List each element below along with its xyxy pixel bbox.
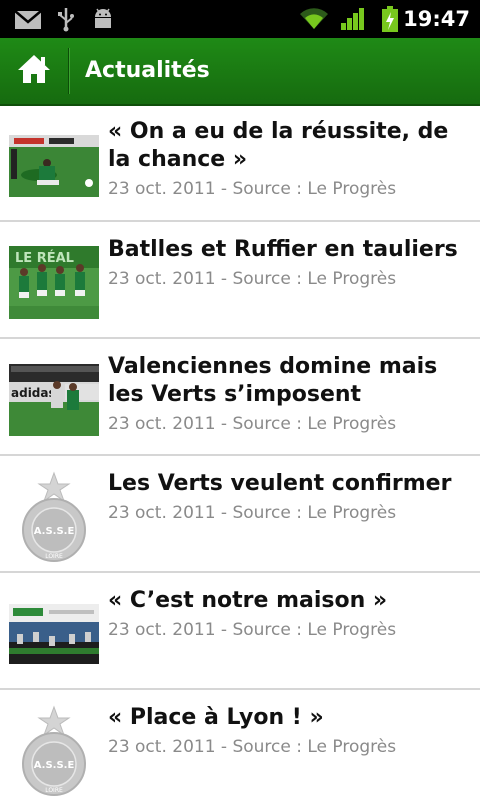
- news-title: Les Verts veulent confirmer: [108, 471, 452, 496]
- wifi-icon: [298, 5, 330, 35]
- page-title: Actualités: [85, 58, 210, 83]
- gmail-icon: [14, 10, 42, 34]
- news-thumbnail: [9, 604, 99, 664]
- news-meta: 23 oct. 2011 - Source : Le Progrès: [108, 269, 397, 289]
- action-bar: Actualités: [0, 38, 480, 106]
- home-button[interactable]: [0, 38, 68, 104]
- news-item[interactable]: LE RÉAL Batlles et Ruffier en tauliers 2…: [0, 222, 480, 339]
- clock: 19:47: [403, 7, 470, 31]
- news-item[interactable]: A.S.S.E LOIRE Les Verts veulent confirme…: [0, 456, 480, 573]
- news-list: « On a eu de la réussite, de la chance »…: [0, 106, 480, 800]
- battery-charging-icon: [380, 5, 400, 37]
- svg-text:LE RÉAL: LE RÉAL: [15, 250, 74, 266]
- usb-icon: [56, 6, 76, 36]
- svg-text:LOIRE: LOIRE: [45, 787, 63, 794]
- news-title: Valenciennes domine mais les Verts s’imp…: [108, 354, 438, 407]
- news-text: Les Verts veulent confirmer 23 oct. 2011…: [108, 470, 472, 524]
- news-title: Batlles et Ruffier en tauliers: [108, 237, 458, 262]
- news-title: « On a eu de la réussite, de la chance »: [108, 119, 449, 172]
- news-text: Valenciennes domine mais les Verts s’imp…: [108, 353, 472, 435]
- news-item[interactable]: adidas Valenciennes domine mais les Vert…: [0, 339, 480, 456]
- asse-logo: A.S.S.E LOIRE: [9, 704, 99, 796]
- news-item[interactable]: « On a eu de la réussite, de la chance »…: [0, 106, 480, 222]
- news-meta: 23 oct. 2011 - Source : Le Progrès: [108, 179, 397, 199]
- svg-text:adidas: adidas: [11, 386, 56, 400]
- news-title: « Place à Lyon ! »: [108, 705, 324, 730]
- signal-icon: [340, 7, 366, 35]
- news-meta: 23 oct. 2011 - Source : Le Progrès: [108, 620, 397, 640]
- news-text: Batlles et Ruffier en tauliers 23 oct. 2…: [108, 236, 472, 290]
- news-text: « On a eu de la réussite, de la chance »…: [108, 118, 472, 200]
- home-icon: [16, 53, 52, 89]
- news-thumbnail: [9, 135, 99, 197]
- news-item[interactable]: A.S.S.E LOIRE « Place à Lyon ! » 23 oct.…: [0, 690, 480, 800]
- news-title: « C’est notre maison »: [108, 588, 388, 613]
- android-debug-icon: [92, 7, 114, 35]
- news-thumbnail: adidas: [9, 364, 99, 436]
- news-item[interactable]: « C’est notre maison » 23 oct. 2011 - So…: [0, 573, 480, 690]
- news-text: « Place à Lyon ! » 23 oct. 2011 - Source…: [108, 704, 472, 758]
- news-thumbnail: LE RÉAL: [9, 246, 99, 319]
- status-bar: 19:47: [0, 0, 480, 38]
- news-meta: 23 oct. 2011 - Source : Le Progrès: [108, 737, 397, 757]
- news-meta: 23 oct. 2011 - Source : Le Progrès: [108, 503, 397, 523]
- asse-logo: A.S.S.E LOIRE: [9, 470, 99, 562]
- news-meta: 23 oct. 2011 - Source : Le Progrès: [108, 414, 397, 434]
- svg-text:LOIRE: LOIRE: [45, 553, 63, 560]
- svg-text:A.S.S.E: A.S.S.E: [34, 760, 75, 771]
- action-bar-divider: [68, 48, 69, 94]
- svg-text:A.S.S.E: A.S.S.E: [34, 526, 75, 537]
- news-text: « C’est notre maison » 23 oct. 2011 - So…: [108, 587, 472, 641]
